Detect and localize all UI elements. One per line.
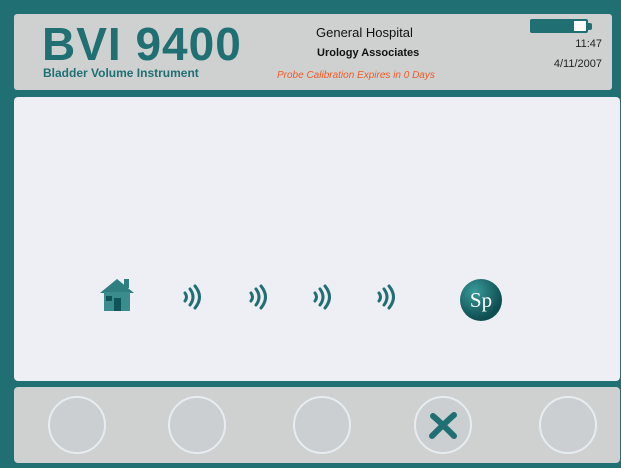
cancel-button[interactable] [414, 396, 472, 454]
soft-button-3[interactable] [293, 396, 351, 454]
clock-time: 11:47 [575, 38, 602, 50]
calibration-warning: Probe Calibration Expires in 0 Days [277, 70, 435, 81]
hospital-name: General Hospital [316, 25, 413, 40]
wireless-signal-icon [249, 284, 267, 310]
app-subtitle: Bladder Volume Instrument [43, 66, 199, 80]
wireless-signal-icon [313, 284, 331, 310]
soft-button-2[interactable] [168, 396, 226, 454]
app-title: BVI 9400 [42, 18, 242, 70]
soft-button-1[interactable] [48, 396, 106, 454]
main-panel: Sp [14, 97, 620, 381]
x-icon [429, 412, 457, 439]
battery-icon [530, 19, 588, 33]
wireless-signal-icon [183, 284, 201, 310]
wireless-signal-icon [377, 284, 395, 310]
header-bar: BVI 9400 Bladder Volume Instrument Gener… [14, 14, 612, 90]
connection-status-row: Sp [14, 97, 620, 381]
softkey-bar [14, 387, 620, 463]
home-icon [100, 279, 134, 311]
sp-logo-text: Sp [469, 287, 493, 312]
soft-button-5[interactable] [539, 396, 597, 454]
sp-logo-icon: Sp [460, 279, 502, 321]
clinic-name: Urology Associates [317, 47, 420, 59]
device-frame: BVI 9400 Bladder Volume Instrument Gener… [0, 0, 621, 468]
clock-date: 4/11/2007 [553, 58, 602, 70]
battery-tip [588, 23, 592, 30]
battery-level-fill [532, 21, 575, 31]
